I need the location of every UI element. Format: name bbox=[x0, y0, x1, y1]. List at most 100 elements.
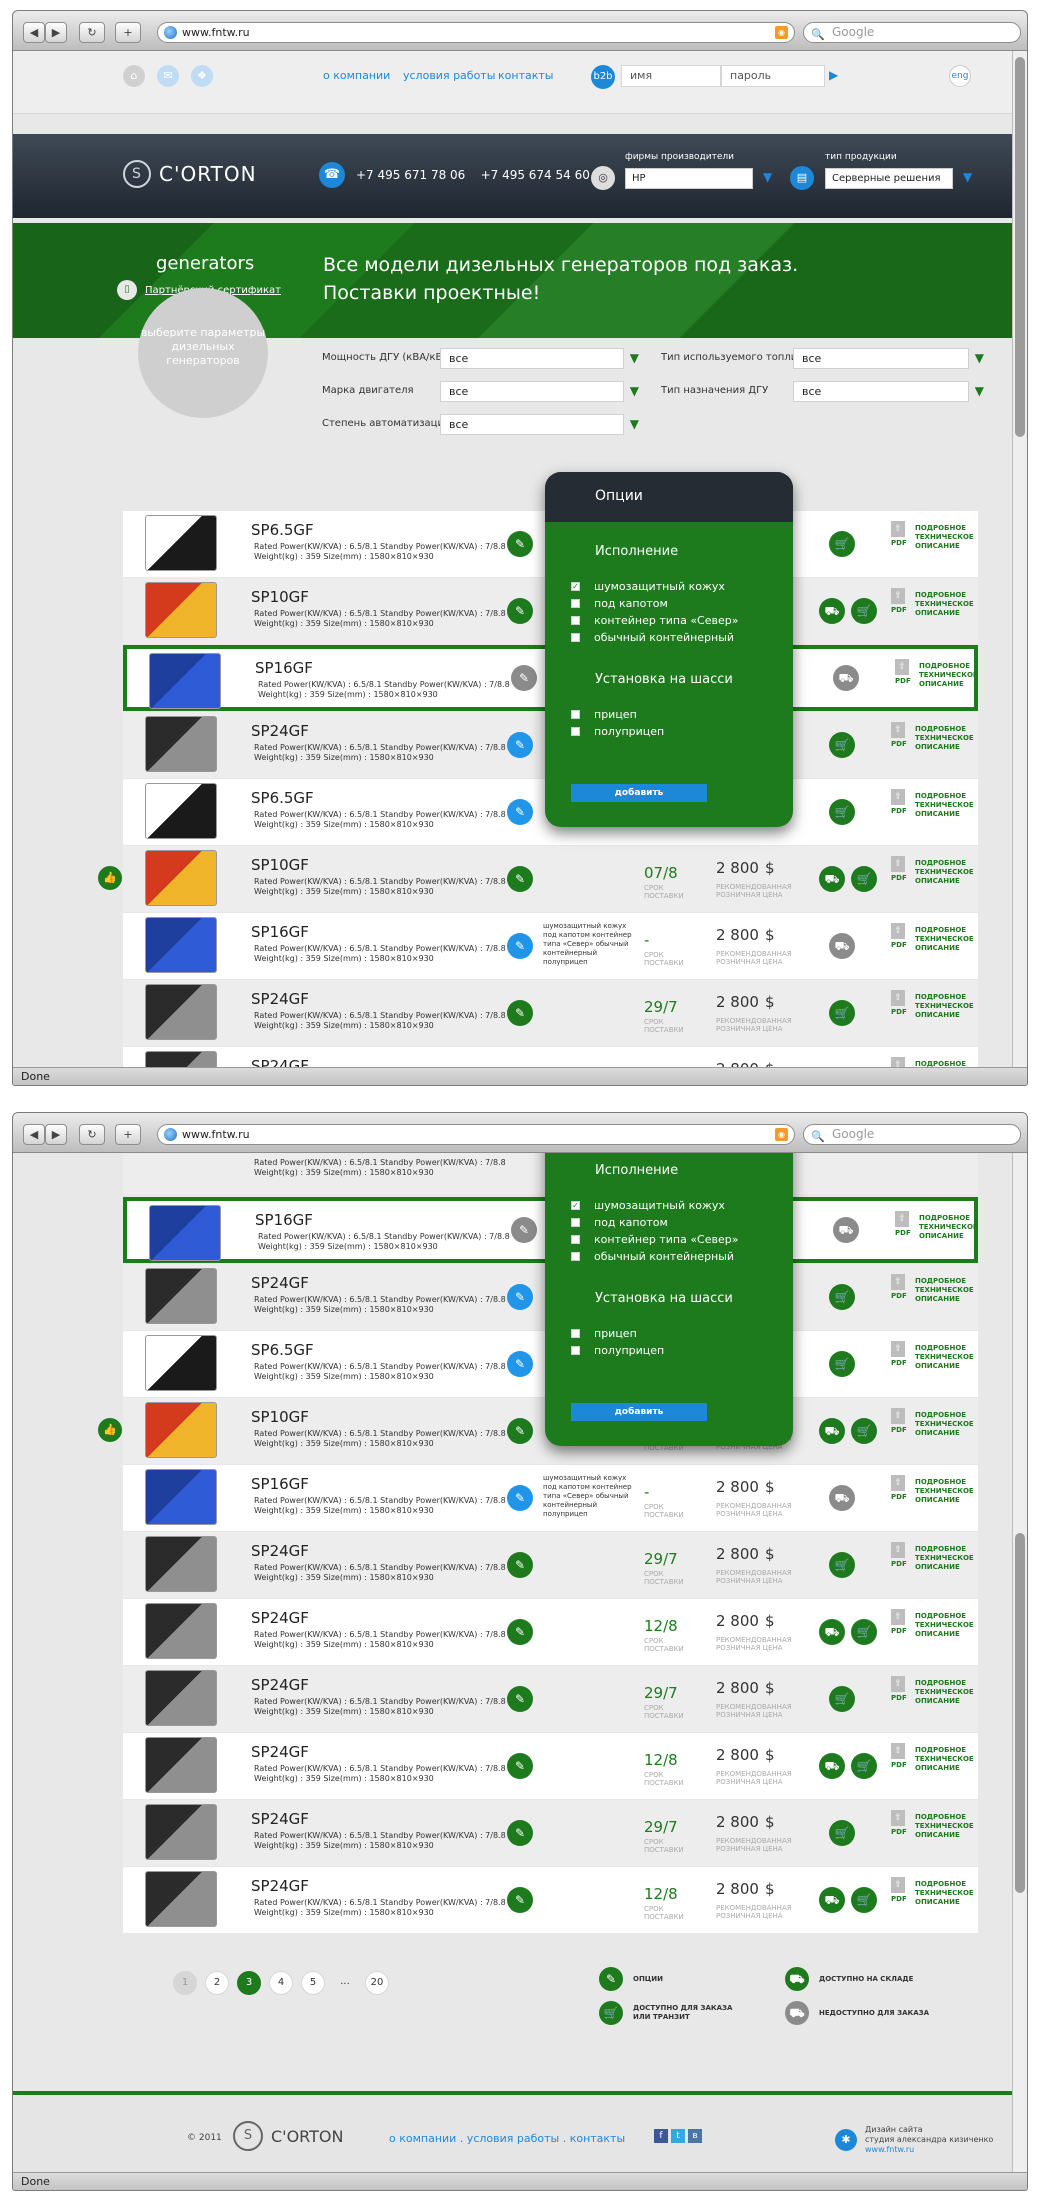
pdf-link[interactable]: ⇧PDF bbox=[891, 588, 907, 624]
generator-image[interactable] bbox=[145, 850, 217, 906]
login-arrow-icon[interactable]: ▶ bbox=[829, 68, 838, 82]
pdf-link[interactable]: ⇧PDF bbox=[891, 1341, 907, 1377]
pdf-link[interactable]: ⇧PDF bbox=[891, 1676, 907, 1712]
add-button[interactable]: добавить bbox=[571, 784, 707, 802]
pdf-link[interactable]: ⇧PDF bbox=[891, 1877, 907, 1913]
home-icon[interactable]: ⌂ bbox=[123, 65, 145, 87]
generator-image[interactable] bbox=[145, 1536, 217, 1592]
generator-image[interactable] bbox=[145, 917, 217, 973]
pdf-link[interactable]: ⇧PDF bbox=[891, 1609, 907, 1645]
options-button[interactable]: ✎ bbox=[507, 1000, 533, 1026]
cart-icon[interactable]: 🛒 bbox=[829, 1820, 855, 1846]
nav-contacts-link[interactable]: контакты bbox=[498, 69, 553, 82]
option-item[interactable]: прицеп bbox=[571, 708, 637, 721]
page-2[interactable]: 2 bbox=[205, 1971, 229, 1995]
vk-icon[interactable]: в bbox=[688, 2129, 702, 2143]
options-button[interactable]: ✎ bbox=[507, 1753, 533, 1779]
address-bar[interactable]: www.fntw.ru ◉ bbox=[157, 1124, 795, 1145]
purpose-select[interactable]: все ▼ bbox=[793, 381, 984, 402]
cart-icon[interactable]: 🛒 bbox=[829, 1284, 855, 1310]
back-button[interactable]: ◀ bbox=[23, 1124, 45, 1145]
checkbox[interactable] bbox=[571, 1346, 580, 1355]
cart-icon[interactable]: 🛒 bbox=[851, 1619, 877, 1645]
page-3[interactable]: 3 bbox=[237, 1971, 261, 1995]
forklift-icon[interactable]: ⛟ bbox=[829, 933, 855, 959]
language-switch[interactable]: eng bbox=[949, 65, 971, 87]
checkbox[interactable] bbox=[571, 1329, 580, 1338]
checkbox[interactable] bbox=[571, 1235, 580, 1244]
options-button[interactable]: ✎ bbox=[507, 732, 533, 758]
thumbs-up-icon[interactable]: 👍 bbox=[98, 866, 122, 890]
forklift-icon[interactable]: ⛟ bbox=[819, 866, 845, 892]
technical-description-link[interactable]: ПОДРОБНОЕ ТЕХНИЧЕСКОЕ ОПИСАНИЕ bbox=[915, 1612, 975, 1639]
forklift-icon[interactable]: ⛟ bbox=[833, 1217, 859, 1243]
options-button[interactable]: ✎ bbox=[507, 1284, 533, 1310]
technical-description-link[interactable]: ПОДРОБНОЕ ТЕХНИЧЕСКОЕ ОПИСАНИЕ bbox=[915, 1478, 975, 1505]
forklift-icon[interactable]: ⛟ bbox=[819, 1619, 845, 1645]
designer-link[interactable]: www.fntw.ru bbox=[865, 2145, 914, 2154]
product-name[interactable]: SP24GF bbox=[251, 1877, 309, 1895]
footer-links[interactable]: о компании . условия работы . контакты bbox=[389, 2132, 625, 2145]
option-item[interactable]: ✓ шумозащитный кожух bbox=[571, 580, 725, 593]
search-field[interactable]: 🔍 Google bbox=[803, 22, 1021, 43]
product-name[interactable]: SP10GF bbox=[251, 856, 309, 874]
pdf-link[interactable]: ⇧PDF bbox=[895, 659, 911, 695]
options-button[interactable]: ✎ bbox=[511, 1217, 537, 1243]
cart-icon[interactable]: 🛒 bbox=[829, 1351, 855, 1377]
forklift-icon[interactable]: ⛟ bbox=[833, 665, 859, 691]
generator-image[interactable] bbox=[145, 1335, 217, 1391]
product-name[interactable]: SP6.5GF bbox=[251, 521, 314, 539]
pdf-link[interactable]: ⇧PDF bbox=[891, 1057, 905, 1067]
option-item[interactable]: обычный контейнерный bbox=[571, 1250, 734, 1263]
cart-icon[interactable]: 🛒 bbox=[851, 1887, 877, 1913]
cart-icon[interactable]: 🛒 bbox=[829, 1686, 855, 1712]
thumbs-up-icon[interactable]: 👍 bbox=[98, 1418, 122, 1442]
options-button[interactable]: ✎ bbox=[507, 1351, 533, 1377]
product-name[interactable]: SP16GF bbox=[255, 1211, 313, 1229]
pdf-link[interactable]: ⇧PDF bbox=[891, 1542, 907, 1578]
pdf-link[interactable]: ⇧PDF bbox=[895, 1211, 911, 1247]
twitter-icon[interactable]: t bbox=[671, 2129, 685, 2143]
options-button[interactable]: ✎ bbox=[507, 1619, 533, 1645]
generator-image[interactable] bbox=[145, 1268, 217, 1324]
product-name[interactable]: SP16GF bbox=[251, 923, 309, 941]
forklift-icon[interactable]: ⛟ bbox=[829, 1485, 855, 1511]
cart-icon[interactable]: 🛒 bbox=[851, 1753, 877, 1779]
page-5[interactable]: 5 bbox=[301, 1971, 325, 1995]
manufacturer-select[interactable]: HP bbox=[625, 168, 753, 189]
cart-icon[interactable]: 🛒 bbox=[851, 866, 877, 892]
technical-description-link[interactable]: ПОДРОБНОЕ ТЕХНИЧЕСКОЕ ОПИСАНИЕ bbox=[915, 792, 975, 819]
new-tab-button[interactable]: + bbox=[115, 22, 141, 43]
product-name[interactable]: SP16GF bbox=[251, 1475, 309, 1493]
options-button[interactable]: ✎ bbox=[507, 933, 533, 959]
checkbox[interactable] bbox=[571, 616, 580, 625]
facebook-icon[interactable]: f bbox=[654, 2129, 668, 2143]
address-bar[interactable]: www.fntw.ru ◉ bbox=[157, 22, 795, 43]
username-input[interactable]: имя bbox=[621, 65, 721, 87]
technical-description-link[interactable]: ПОДРОБНОЕ ТЕХНИЧЕСКОЕ ОПИСАНИЕ bbox=[915, 591, 975, 618]
technical-description-link[interactable]: ПОДРОБНОЕ ТЕХНИЧЕСКОЕ ОПИСАНИЕ bbox=[915, 1277, 975, 1304]
option-item[interactable]: обычный контейнерный bbox=[571, 631, 734, 644]
forklift-icon[interactable]: ⛟ bbox=[819, 598, 845, 624]
technical-description-link[interactable]: ПОДРОБНОЕ ТЕХНИЧЕСКОЕ ОПИСАНИЕ bbox=[915, 859, 975, 886]
technical-description-link[interactable]: ПОДРОБНОЕ ТЕХНИЧЕСКОЕ ОПИСАНИЕ bbox=[915, 1411, 975, 1438]
forklift-icon[interactable]: ⛟ bbox=[819, 1753, 845, 1779]
site-logo[interactable]: S C'ORTON bbox=[123, 160, 257, 188]
pdf-link[interactable]: ⇧PDF bbox=[891, 1743, 907, 1779]
option-item[interactable]: прицеп bbox=[571, 1327, 637, 1340]
scrollbar-thumb[interactable] bbox=[1015, 57, 1025, 437]
generator-image[interactable] bbox=[145, 1051, 217, 1067]
chevron-down-icon[interactable]: ▼ bbox=[763, 170, 772, 184]
scrollbar-thumb[interactable] bbox=[1015, 1533, 1025, 1893]
cart-icon[interactable]: 🛒 bbox=[829, 1000, 855, 1026]
generator-image[interactable] bbox=[145, 1603, 217, 1659]
options-button[interactable]: ✎ bbox=[507, 1686, 533, 1712]
product-name[interactable]: SP24GF bbox=[251, 1743, 309, 1761]
option-item[interactable]: контейнер типа «Север» bbox=[571, 614, 738, 627]
product-name[interactable]: SP24GF bbox=[251, 1274, 309, 1292]
scrollbar[interactable] bbox=[1012, 1153, 1027, 2172]
pdf-link[interactable]: ⇧PDF bbox=[891, 1475, 907, 1511]
checkbox[interactable] bbox=[571, 633, 580, 642]
technical-description-link[interactable]: ПОДРОБНОЕ ТЕХНИЧЕСКОЕ ОПИСАНИЕ bbox=[915, 1746, 975, 1773]
pdf-link[interactable]: ⇧PDF bbox=[891, 990, 907, 1026]
